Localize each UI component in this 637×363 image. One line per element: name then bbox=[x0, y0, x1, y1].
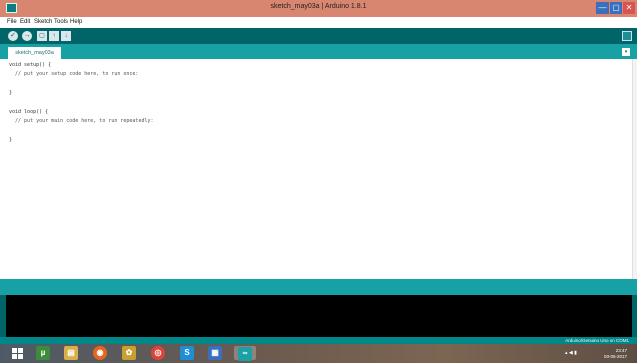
new-sketch-button[interactable]: ▢ bbox=[37, 31, 47, 41]
menu-sketch[interactable]: Sketch bbox=[34, 19, 52, 25]
maximize-button[interactable]: ▢ bbox=[609, 2, 622, 14]
code-line: // put your setup code here, to run once… bbox=[9, 71, 139, 78]
tab-bar: sketch_may03a ▾ bbox=[0, 44, 637, 59]
board-port-label: Arduino/Genuino Uno on COM1 bbox=[565, 338, 629, 343]
save-sketch-button[interactable]: ↓ bbox=[61, 31, 71, 41]
system-tray-icons[interactable]: ▴ ◀ ▮ bbox=[565, 350, 577, 356]
code-line: } bbox=[9, 137, 13, 144]
console-border-right bbox=[632, 295, 637, 337]
title-bar: sketch_may03a | Arduino 1.8.1 — ▢ ✕ bbox=[0, 0, 637, 17]
taskbar-clock[interactable]: 23:47 03-05-2017 bbox=[604, 348, 627, 360]
clock-date: 03-05-2017 bbox=[604, 354, 628, 359]
notepad-icon[interactable]: ▦ bbox=[208, 346, 222, 360]
close-button[interactable]: ✕ bbox=[622, 2, 635, 14]
tab-menu-dropdown-icon[interactable]: ▾ bbox=[622, 48, 630, 56]
menu-bar: File Edit Sketch Tools Help bbox=[0, 17, 637, 28]
minimize-button[interactable]: — bbox=[596, 2, 609, 14]
editor-scrollbar[interactable] bbox=[632, 59, 637, 279]
menu-edit[interactable]: Edit bbox=[20, 19, 30, 25]
skype-icon[interactable]: S bbox=[180, 346, 194, 360]
open-sketch-button[interactable]: ↑ bbox=[49, 31, 59, 41]
status-bar bbox=[0, 279, 637, 295]
code-line: void loop() { bbox=[9, 109, 49, 116]
serial-monitor-icon[interactable] bbox=[622, 31, 632, 41]
arduino-taskbar-button[interactable]: ∞ bbox=[234, 346, 256, 361]
firefox-icon[interactable]: ◉ bbox=[93, 346, 107, 360]
code-text[interactable]: void setup() { // put your setup code he… bbox=[9, 61, 154, 146]
code-line: // put your main code here, to run repea… bbox=[9, 118, 154, 125]
media-app-icon[interactable]: ✿ bbox=[122, 346, 136, 360]
menu-tools[interactable]: Tools bbox=[54, 19, 68, 25]
verify-button[interactable]: ✓ bbox=[8, 31, 18, 41]
toolbar: ✓ → ▢ ↑ ↓ bbox=[0, 28, 637, 44]
code-line: void setup() { bbox=[9, 62, 52, 68]
console-output[interactable] bbox=[6, 295, 632, 337]
code-editor[interactable]: void setup() { // put your setup code he… bbox=[0, 59, 632, 279]
chrome-icon[interactable]: ◎ bbox=[151, 346, 165, 360]
menu-help[interactable]: Help bbox=[70, 19, 82, 25]
windows-start-icon[interactable] bbox=[12, 348, 23, 359]
windows-taskbar: µ ▤ ◉ ✿ ◎ S ▦ ∞ ▴ ◀ ▮ 23:47 03-05-2017 bbox=[0, 344, 637, 363]
utorrent-icon[interactable]: µ bbox=[36, 346, 50, 360]
code-line: } bbox=[9, 90, 13, 97]
board-status-bar: Arduino/Genuino Uno on COM1 bbox=[0, 337, 637, 344]
tab-sketch[interactable]: sketch_may03a bbox=[8, 47, 61, 59]
window-title: sketch_may03a | Arduino 1.8.1 bbox=[270, 3, 367, 10]
menu-file[interactable]: File bbox=[7, 19, 17, 25]
folder-icon[interactable]: ▤ bbox=[64, 346, 78, 360]
arduino-icon: ∞ bbox=[238, 347, 252, 361]
upload-button[interactable]: → bbox=[22, 31, 32, 41]
